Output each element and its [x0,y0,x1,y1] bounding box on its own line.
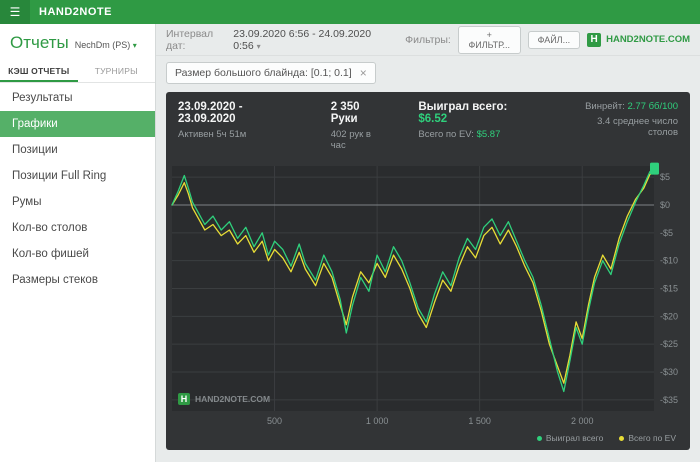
sidebar-item-graphs[interactable]: Графики [0,111,155,137]
app-title: HAND2NOTE [39,6,112,18]
graph-panel: 23.09.2020 - 23.09.2020 Активен 5ч 51м 2… [166,92,690,450]
sidebar-item-positions-full-ring[interactable]: Позиции Full Ring [0,163,155,189]
svg-text:-$5: -$5 [660,228,673,238]
sidebar-item-rooms[interactable]: Румы [0,189,155,215]
svg-text:500: 500 [267,416,282,426]
winrate: Винрейт: 2.77 бб/100 [585,101,678,112]
chevron-down-icon: ▾ [132,41,137,50]
svg-text:2 000: 2 000 [571,416,594,426]
sidebar-header: Отчеты NechDm (PS) ▾ [0,24,155,59]
app-body: Отчеты NechDm (PS) ▾ КЭШ ОТЧЕТЫ ТУРНИРЫ … [0,24,700,462]
active-time: Активен 5ч 51м [178,129,247,140]
filters-label: Фильтры: [405,33,451,46]
add-filter-button[interactable]: + ФИЛЬТР... [457,25,521,54]
main-area: Интервал дат: 23.09.2020 6:56 - 24.09.20… [156,24,700,462]
hand2note-logo-icon: H [587,32,602,47]
sidebar-item-stack-sizes[interactable]: Размеры стеков [0,267,155,293]
big-blind-filter-chip: Размер большого блайнда: [0.1; 0.1] × [166,62,376,84]
svg-text:$5: $5 [660,172,670,182]
tab-tournaments[interactable]: ТУРНИРЫ [78,59,156,82]
stats-date-column: 23.09.2020 - 23.09.2020 Активен 5ч 51м [178,101,301,151]
svg-text:-$25: -$25 [660,339,678,349]
chart-legend: Выиграл всего Всего по EV [166,431,690,450]
stats-hands-column: 2 350 Руки 402 рук в час [331,101,389,151]
svg-text:-$10: -$10 [660,256,678,266]
filter-chip-label: Размер большого блайнда: [0.1; 0.1] [175,67,352,79]
tab-cash-reports[interactable]: КЭШ ОТЧЕТЫ [0,59,78,82]
top-bar: ☰ HAND2NOTE [0,0,700,24]
account-selector[interactable]: NechDm (PS) ▾ [75,40,137,50]
ev-total: Всего по EV: $5.87 [418,129,501,140]
date-interval-dropdown[interactable]: 23.09.2020 6:56 - 24.09.2020 0:56 ▾ [233,28,379,52]
svg-text:-$20: -$20 [660,311,678,321]
sidebar-item-chip-count[interactable]: Кол-во фишей [0,241,155,267]
chart-watermark: H HAND2NOTE.COM [178,393,270,405]
hand2note-brand: H HAND2NOTE.COM [587,32,691,47]
avg-tables: 3.4 среднее число столов [597,116,678,138]
brand-text: HAND2NOTE.COM [606,34,691,45]
sidebar-item-table-count[interactable]: Кол-во столов [0,215,155,241]
file-button[interactable]: ФАЙЛ... [527,30,581,49]
stats-winrate-column: Винрейт: 2.77 бб/100 3.4 среднее число с… [567,101,678,151]
hands-count: 2 350 Руки [330,101,360,125]
hand2note-logo-icon: H [178,393,190,405]
hands-per-hour: 402 рук в час [330,129,371,151]
green-dot-icon [536,435,542,441]
chevron-down-icon: ▾ [256,41,261,51]
svg-text:-$15: -$15 [660,284,678,294]
svg-text:1 500: 1 500 [468,416,491,426]
stats-winnings-column: Выиграл всего: $6.52 Всего по EV: $5.87 [418,101,536,151]
yellow-dot-icon [619,435,625,441]
sidebar-tabs: КЭШ ОТЧЕТЫ ТУРНИРЫ [0,59,155,83]
legend-item-won: Выиграл всего [536,433,603,443]
date-range: 23.09.2020 - 23.09.2020 [178,101,243,125]
svg-text:-$30: -$30 [660,367,678,377]
reports-title: Отчеты [10,33,69,52]
filter-chip-row: Размер большого блайнда: [0.1; 0.1] × [156,56,700,86]
winnings-line-chart: 500 1 000 1 500 2 000 $5 $0 -$5 -$10 -$15 -$20 -$2… [166,158,690,431]
chart-svg: 500 1 000 1 500 2 000 $5 $0 -$5 -$10 -$15 -$20 -$2… [171,162,678,426]
svg-text:-$35: -$35 [660,395,678,405]
legend-item-ev: Всего по EV [619,433,676,443]
close-icon[interactable]: × [360,67,367,79]
watermark-text: HAND2NOTE.COM [195,394,271,404]
toolbar: Интервал дат: 23.09.2020 6:56 - 24.09.20… [156,24,700,56]
sidebar-item-results[interactable]: Результаты [0,85,155,111]
sidebar: Отчеты NechDm (PS) ▾ КЭШ ОТЧЕТЫ ТУРНИРЫ … [0,24,156,462]
svg-text:1 000: 1 000 [366,416,389,426]
sidebar-item-positions[interactable]: Позиции [0,137,155,163]
hamburger-menu-icon[interactable]: ☰ [0,0,30,24]
graph-stats-header: 23.09.2020 - 23.09.2020 Активен 5ч 51м 2… [166,92,690,158]
svg-text:$0: $0 [660,200,670,210]
sidebar-menu: Результаты Графики Позиции Позиции Full … [0,83,155,293]
date-interval-label: Интервал дат: [166,27,214,52]
won-total: Выиграл всего: $6.52 [418,101,508,125]
